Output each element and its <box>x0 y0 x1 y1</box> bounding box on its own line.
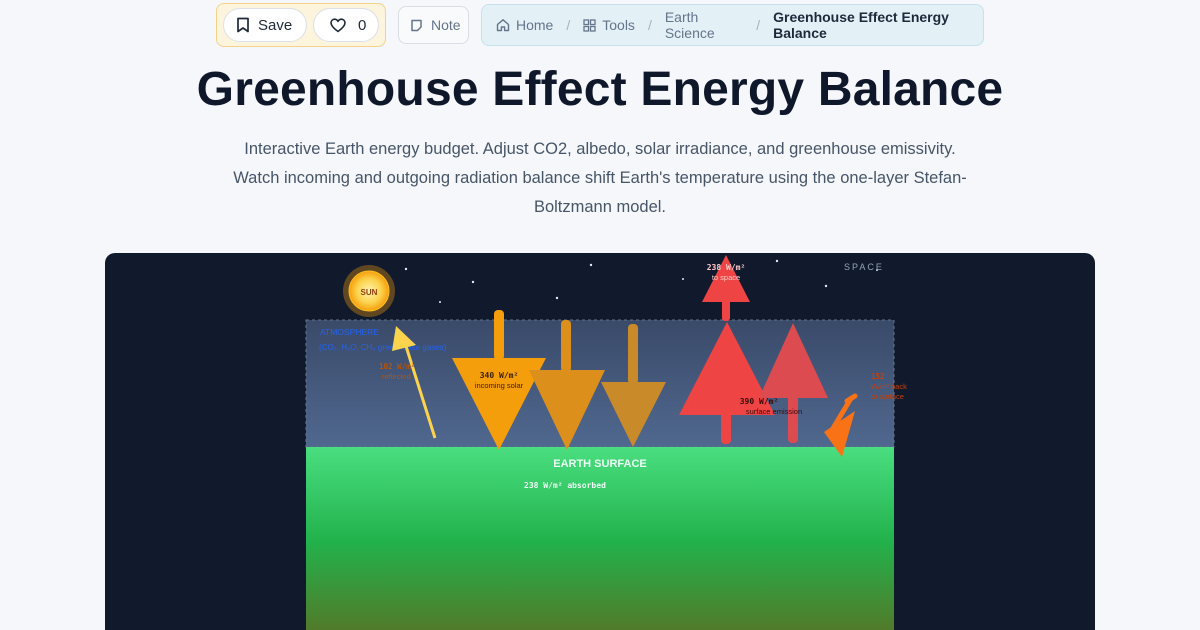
breadcrumb-earth-science-label: Earth Science <box>664 9 715 41</box>
to-space-value: 238 W/m² <box>707 263 746 272</box>
breadcrumb-current: Greenhouse Effect Energy Balance <box>773 9 983 41</box>
atmosphere-title: ATMOSPHERE <box>320 327 379 337</box>
breadcrumb-home-label: Home <box>516 17 554 33</box>
like-count: 0 <box>358 16 367 34</box>
breadcrumb: Home / Tools / Earth Science / Greenhous… <box>481 4 984 46</box>
breadcrumb-separator: / <box>647 17 652 33</box>
note-label: Note <box>431 17 461 33</box>
back-radiation-caption-2: to surface <box>871 392 904 401</box>
page-description: Interactive Earth energy budget. Adjust … <box>233 140 967 216</box>
atmosphere-subtitle: (CO₂, H₂O, CH₄ greenhouse gases) <box>319 343 447 352</box>
earth-surface <box>306 447 894 630</box>
like-button[interactable]: 0 <box>313 8 379 42</box>
note-icon <box>411 19 422 31</box>
energy-balance-canvas[interactable]: SPACE SUN ATMOSPHERE (CO₂, H₂O, CH₄ gree… <box>105 253 1095 630</box>
energy-balance-diagram: SPACE SUN ATMOSPHERE (CO₂, H₂O, CH₄ gree… <box>305 255 907 630</box>
breadcrumb-home[interactable]: Home <box>496 17 553 33</box>
bookmark-icon <box>237 17 249 33</box>
breadcrumb-tools-label: Tools <box>602 17 635 33</box>
save-button[interactable]: Save <box>223 8 307 42</box>
breadcrumb-current-label: Greenhouse Effect Energy Balance <box>773 9 949 41</box>
top-toolbar: Save 0 Note Home / Tools / Earth Science… <box>0 0 1200 50</box>
breadcrumb-separator: / <box>566 17 571 33</box>
to-space-caption: to space <box>712 273 740 282</box>
space-label: SPACE <box>844 262 884 272</box>
surface-label: EARTH SURFACE <box>553 458 647 470</box>
reflected-value: 102 W/m² <box>379 362 415 371</box>
save-label: Save <box>258 16 293 34</box>
back-radiation-value: 152 <box>871 372 885 381</box>
heart-icon <box>330 17 346 32</box>
incoming-value: 340 W/m² <box>480 371 519 380</box>
surface-emission-caption: surface emission <box>746 407 802 416</box>
surface-emission-value: 390 W/m² <box>740 397 779 406</box>
grid-icon <box>583 18 596 32</box>
sun-label: SUN <box>361 288 378 297</box>
home-icon <box>496 19 510 32</box>
absorbed-label: 238 W/m² absorbed <box>524 481 606 490</box>
back-radiation-caption-1: W/m² back <box>871 382 907 391</box>
note-button[interactable]: Note <box>398 6 469 44</box>
reflected-caption: reflected <box>382 372 411 381</box>
incoming-caption: incoming solar <box>475 381 524 390</box>
breadcrumb-separator: / <box>756 17 761 33</box>
stars <box>404 259 878 303</box>
breadcrumb-tools[interactable]: Tools <box>583 17 635 33</box>
breadcrumb-earth-science[interactable]: Earth Science <box>665 9 743 41</box>
page-title: Greenhouse Effect Energy Balance <box>196 63 1004 116</box>
sun: SUN <box>343 265 395 317</box>
save-like-group: Save 0 <box>216 3 386 47</box>
